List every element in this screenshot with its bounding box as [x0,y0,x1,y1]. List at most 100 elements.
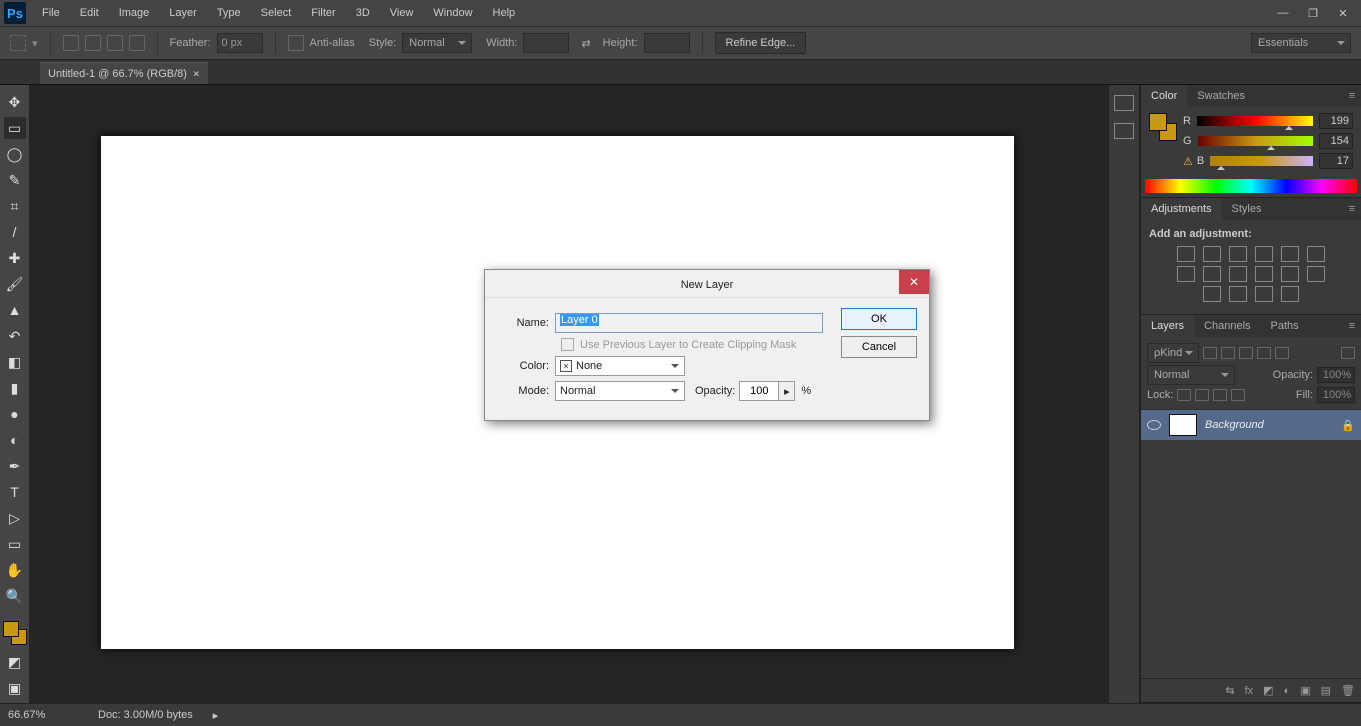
subtract-selection-icon[interactable] [107,35,123,51]
menu-layer[interactable]: Layer [159,0,207,26]
dodge-tool-icon[interactable]: ◐ [4,429,26,451]
color-dropdown[interactable]: × None [555,356,685,376]
filter-shape-icon[interactable] [1257,347,1271,359]
color-lookup-icon[interactable] [1281,266,1299,282]
gradient-map-icon[interactable] [1255,286,1273,302]
blur-tool-icon[interactable]: ● [4,403,26,425]
filter-pixel-icon[interactable] [1203,347,1217,359]
cancel-button[interactable]: Cancel [841,336,917,358]
channel-mixer-icon[interactable] [1255,266,1273,282]
gradient-tool-icon[interactable]: ▮ [4,377,26,399]
minimize-button[interactable]: — [1269,4,1297,22]
bw-icon[interactable] [1203,266,1221,282]
tab-channels[interactable]: Channels [1194,315,1260,337]
lasso-tool-icon[interactable]: ◯ [4,143,26,165]
history-brush-tool-icon[interactable]: ↶ [4,325,26,347]
g-input[interactable] [1319,133,1353,149]
selective-color-icon[interactable] [1281,286,1299,302]
blend-mode-dropdown[interactable]: Normal [1147,365,1235,385]
quickmask-icon[interactable]: ◩ [4,651,26,673]
menu-filter[interactable]: Filter [301,0,345,26]
layer-fx-icon[interactable]: fx [1245,685,1254,697]
menu-select[interactable]: Select [251,0,302,26]
curves-icon[interactable] [1229,246,1247,262]
g-slider[interactable] [1198,136,1313,146]
layer-opacity-input[interactable] [1317,367,1355,383]
b-input[interactable] [1319,153,1353,169]
filter-adjust-icon[interactable] [1221,347,1235,359]
mode-dropdown[interactable]: Normal [555,381,685,401]
lock-transparency-icon[interactable] [1177,389,1191,401]
filter-smart-icon[interactable] [1275,347,1289,359]
hue-sat-icon[interactable] [1307,246,1325,262]
menu-type[interactable]: Type [207,0,251,26]
doc-size-label[interactable]: Doc: 3.00M/0 bytes [98,709,193,721]
document-tab[interactable]: Untitled-1 @ 66.7% (RGB/8) × [40,62,208,84]
brightness-icon[interactable] [1177,246,1195,262]
foreground-color-swatch[interactable] [3,621,19,637]
menu-help[interactable]: Help [483,0,526,26]
status-flyout-icon[interactable]: ▸ [213,709,219,722]
tab-swatches[interactable]: Swatches [1187,85,1255,107]
brush-tool-icon[interactable]: 🖌 [4,273,26,295]
layer-row[interactable]: Background 🔒 [1141,410,1361,440]
layer-name[interactable]: Background [1205,419,1264,431]
refine-edge-button[interactable]: Refine Edge... [715,32,807,54]
marquee-tool-icon[interactable]: ▭ [4,117,26,139]
lock-all-icon[interactable] [1231,389,1245,401]
eraser-tool-icon[interactable]: ◧ [4,351,26,373]
vibrance-icon[interactable] [1281,246,1299,262]
panel-menu-icon[interactable]: ≡ [1343,90,1361,102]
opacity-flyout-icon[interactable]: ▸ [779,381,795,401]
shape-tool-icon[interactable]: ▭ [4,533,26,555]
healing-tool-icon[interactable]: ✚ [4,247,26,269]
exposure-icon[interactable] [1255,246,1273,262]
delete-layer-icon[interactable]: 🗑 [1341,684,1355,697]
threshold-icon[interactable] [1229,286,1247,302]
tab-adjustments[interactable]: Adjustments [1141,198,1222,220]
history-panel-icon[interactable] [1114,95,1134,111]
zoom-tool-icon[interactable]: 🔍 [4,585,26,607]
dialog-close-button[interactable]: ✕ [899,270,929,294]
panel-menu-icon[interactable]: ≡ [1343,203,1361,215]
style-dropdown[interactable]: Normal [402,33,472,53]
feather-input[interactable] [217,33,263,53]
menu-3d[interactable]: 3D [346,0,380,26]
panel-menu-icon[interactable]: ≡ [1343,320,1361,332]
layer-mask-icon[interactable]: ◩ [1263,684,1273,697]
pen-tool-icon[interactable]: ✒ [4,455,26,477]
properties-panel-icon[interactable] [1114,123,1134,139]
tool-preset-icon[interactable] [10,35,26,51]
color-swatch[interactable] [3,621,27,645]
screenmode-icon[interactable]: ▣ [4,677,26,699]
eyedropper-tool-icon[interactable]: / [4,221,26,243]
color-ramp[interactable] [1145,179,1357,193]
filter-toggle-icon[interactable] [1341,347,1355,359]
invert-icon[interactable] [1307,266,1325,282]
tab-color[interactable]: Color [1141,85,1187,107]
r-slider[interactable] [1197,116,1313,126]
zoom-level[interactable]: 66.67% [8,709,78,721]
maximize-button[interactable]: ❐ [1299,4,1327,22]
panel-color-swatch[interactable] [1149,113,1177,141]
crop-tool-icon[interactable]: ⌗ [4,195,26,217]
lock-pixels-icon[interactable] [1195,389,1209,401]
close-button[interactable]: ✕ [1329,4,1357,22]
hand-tool-icon[interactable]: ✋ [4,559,26,581]
menu-window[interactable]: Window [423,0,482,26]
document-tab-close-icon[interactable]: × [193,67,200,80]
menu-file[interactable]: File [32,0,70,26]
move-tool-icon[interactable]: ✥ [4,91,26,113]
stamp-tool-icon[interactable]: ▲ [4,299,26,321]
tab-paths[interactable]: Paths [1261,315,1309,337]
menu-edit[interactable]: Edit [70,0,109,26]
r-input[interactable] [1319,113,1353,129]
dialog-titlebar[interactable]: New Layer ✕ [485,270,929,298]
color-balance-icon[interactable] [1177,266,1195,282]
quick-select-tool-icon[interactable]: ✎ [4,169,26,191]
visibility-icon[interactable] [1147,420,1161,430]
intersect-selection-icon[interactable] [129,35,145,51]
levels-icon[interactable] [1203,246,1221,262]
workspace-dropdown[interactable]: Essentials [1251,33,1351,53]
filter-type-icon[interactable] [1239,347,1253,359]
